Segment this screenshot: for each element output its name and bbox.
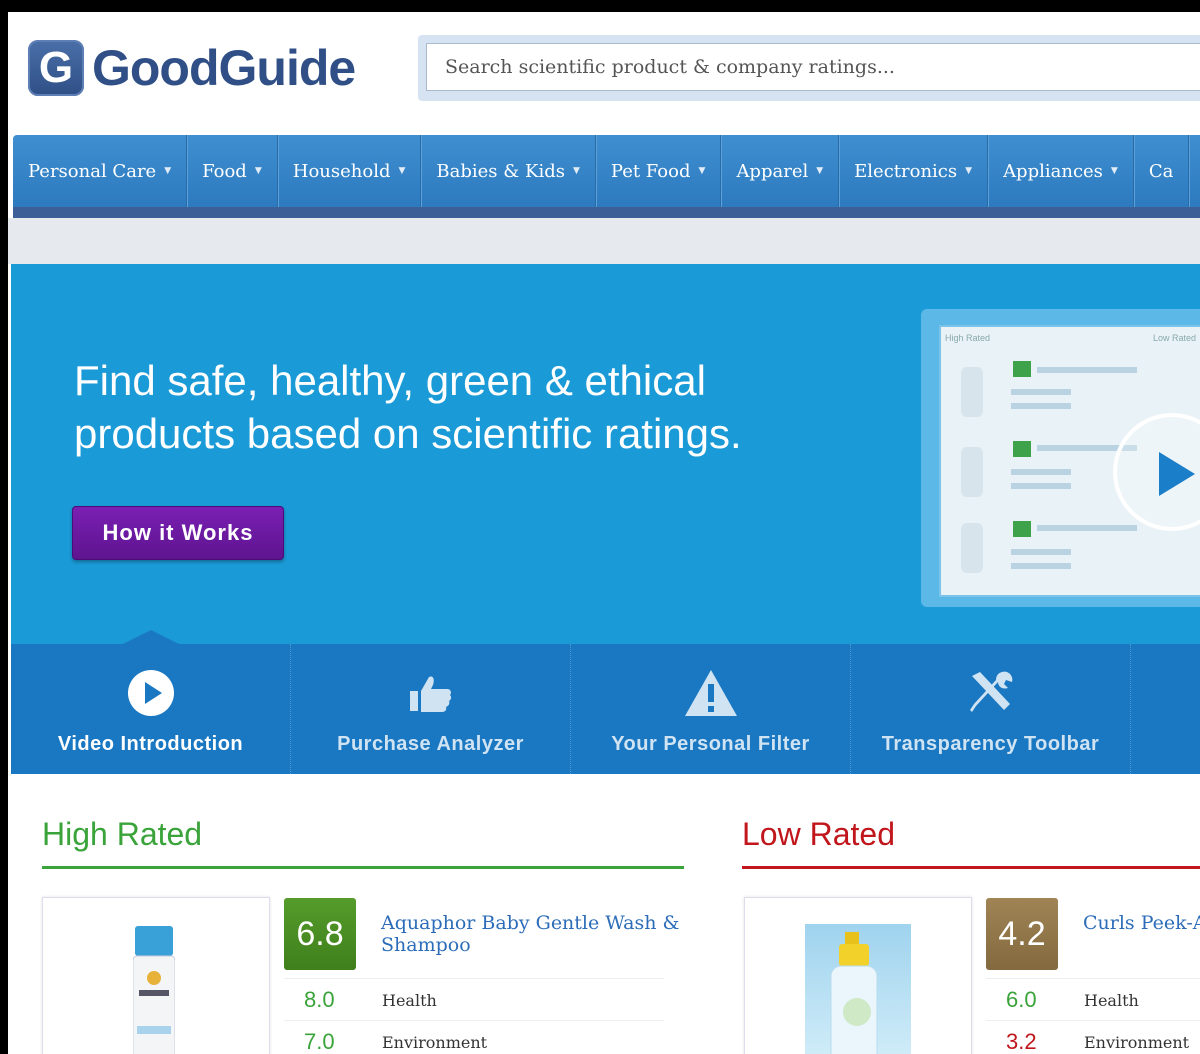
warning-icon — [571, 668, 850, 718]
thumbs-up-icon — [291, 668, 570, 718]
tab-transparency-toolbar[interactable]: Transparency Toolbar — [851, 644, 1131, 774]
environment-label: Environment — [1084, 1033, 1190, 1052]
health-label: Health — [1084, 991, 1139, 1010]
how-it-works-button[interactable]: How it Works — [72, 506, 284, 560]
nav-item-label: Appliances — [1003, 160, 1103, 182]
thumb-row — [1011, 389, 1071, 395]
product-name-link[interactable]: Aquaphor Baby Gentle Wash & Shampoo — [381, 912, 681, 956]
logo-text: GoodGuide — [92, 40, 356, 96]
video-thumb-low-label: Low Rated — [1153, 333, 1197, 343]
search-input[interactable] — [426, 43, 1200, 91]
health-score: 8.0 — [304, 987, 335, 1012]
tools-icon — [851, 668, 1130, 718]
low-rated-divider — [742, 866, 1200, 869]
thumb-product-image — [961, 367, 983, 417]
active-tab-pointer — [121, 630, 181, 645]
nav-item-label: Pet Food — [610, 160, 691, 182]
nav-spacer — [8, 218, 1200, 264]
nav-item-appliances[interactable]: Appliances ▼ — [988, 135, 1134, 207]
product-image-curls[interactable] — [744, 897, 972, 1054]
metric-row-health: 8.0 Health — [284, 978, 664, 1019]
nav-item-label: Babies & Kids — [436, 160, 565, 182]
video-preview: High Rated Low Rated — [939, 325, 1200, 597]
nav-item-truncated[interactable]: Ca — [1134, 135, 1190, 207]
thumb-score — [1013, 441, 1031, 457]
play-button-icon[interactable] — [1113, 413, 1200, 531]
tab-video-introduction[interactable]: Video Introduction — [11, 630, 291, 774]
nav-item-electronics[interactable]: Electronics ▼ — [839, 135, 989, 207]
tab-purchase-analyzer[interactable]: Purchase Analyzer — [291, 644, 571, 774]
caret-down-icon: ▼ — [254, 166, 262, 176]
health-label: Health — [382, 991, 437, 1010]
hero-headline: Find safe, healthy, green & ethical prod… — [74, 357, 742, 457]
thumb-row — [1011, 483, 1071, 489]
search-bar — [418, 35, 1200, 101]
tab-label: Your Personal Filter — [611, 733, 810, 755]
caret-down-icon: ▼ — [965, 166, 973, 176]
thumb-row — [1011, 403, 1071, 409]
thumb-row — [1011, 563, 1071, 569]
metric-row-environment: 7.0 Environment — [284, 1020, 664, 1054]
nav-item-personal-care[interactable]: Personal Care ▼ — [13, 135, 188, 207]
tab-label: Video Introduction — [57, 733, 244, 755]
environment-score: 3.2 — [1006, 1029, 1037, 1054]
video-thumbnail[interactable]: High Rated Low Rated — [921, 309, 1200, 607]
metric-row-health: 6.0 Health — [986, 978, 1200, 1019]
tab-overflow — [1131, 644, 1200, 774]
bottle-image — [133, 926, 175, 1054]
bottle-image — [805, 924, 911, 1054]
environment-label: Environment — [382, 1033, 488, 1052]
thumb-product-image — [961, 447, 983, 497]
caret-down-icon: ▼ — [816, 166, 824, 176]
tab-label: Purchase Analyzer — [337, 733, 524, 755]
nav-item-label: Electronics — [854, 160, 958, 182]
tab-label: Transparency Toolbar — [881, 733, 1100, 755]
thumb-row — [1037, 525, 1137, 531]
low-rated-title: Low Rated — [742, 816, 895, 852]
nav-item-babies-kids[interactable]: Babies & Kids ▼ — [421, 135, 596, 207]
play-triangle — [1159, 452, 1195, 496]
health-score: 6.0 — [1006, 987, 1037, 1012]
goodguide-logo[interactable]: G GoodGuide — [28, 38, 356, 98]
caret-down-icon: ▼ — [164, 166, 172, 176]
nav-item-label: Household — [292, 160, 391, 182]
thumb-row — [1011, 549, 1071, 555]
play-circle-icon — [11, 668, 290, 718]
product-name-link[interactable]: Curls Peek-A Shampoo — [1083, 912, 1200, 934]
logo-mark-icon: G — [28, 40, 84, 96]
nav-item-apparel[interactable]: Apparel ▼ — [721, 135, 840, 207]
thumb-row — [1037, 367, 1137, 373]
nav-item-label: Ca — [1148, 160, 1174, 182]
nav-item-pet-food[interactable]: Pet Food ▼ — [596, 135, 722, 207]
score-badge: 4.2 — [986, 898, 1058, 970]
environment-score: 7.0 — [304, 1029, 335, 1054]
thumb-row — [1011, 469, 1071, 475]
hero-banner: Find safe, healthy, green & ethical prod… — [11, 264, 1200, 644]
video-thumb-high-label: High Rated — [945, 333, 991, 343]
product-image-aquaphor[interactable] — [42, 897, 270, 1054]
page: G GoodGuide Personal Care ▼ Food ▼ Househo… — [8, 12, 1200, 1054]
tab-personal-filter[interactable]: Your Personal Filter — [571, 644, 851, 774]
high-rated-divider — [42, 866, 684, 869]
feature-tabs: Video Introduction Purchase Analyzer You… — [11, 630, 1200, 774]
score-badge: 6.8 — [284, 898, 356, 970]
thumb-product-image — [961, 523, 983, 573]
nav-item-food[interactable]: Food ▼ — [187, 135, 278, 207]
caret-down-icon: ▼ — [1110, 166, 1118, 176]
nav-item-label: Food — [202, 160, 247, 182]
category-nav: Personal Care ▼ Food ▼ Household ▼ Babies &… — [13, 135, 1200, 218]
nav-item-label: Personal Care — [28, 160, 157, 182]
thumb-score — [1013, 361, 1031, 377]
nav-item-household[interactable]: Household ▼ — [278, 135, 422, 207]
metric-row-environment: 3.2 Environment — [986, 1020, 1200, 1054]
caret-down-icon: ▼ — [698, 166, 706, 176]
nav-item-label: Apparel — [736, 160, 809, 182]
caret-down-icon: ▼ — [572, 166, 580, 176]
caret-down-icon: ▼ — [398, 166, 406, 176]
thumb-score — [1013, 521, 1031, 537]
high-rated-title: High Rated — [42, 816, 203, 852]
